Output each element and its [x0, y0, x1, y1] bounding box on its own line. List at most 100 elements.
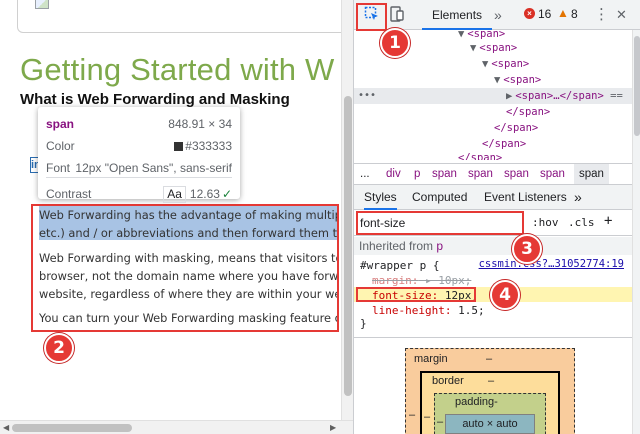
dom-node[interactable]: </span> — [506, 104, 550, 120]
styles-subtabs: Styles Computed Event Listeners » — [354, 185, 632, 210]
devtools-scrollbar[interactable] — [632, 30, 640, 434]
breadcrumb-item[interactable]: span — [504, 164, 529, 184]
dom-tag: <span>…</span> — [515, 90, 604, 102]
dom-node[interactable]: ▼ <span> — [494, 72, 541, 88]
scrollbar-thumb[interactable] — [344, 96, 352, 396]
dom-tag: <span> — [491, 58, 530, 70]
tooltip-font-label: Font — [46, 161, 71, 175]
box-model-margin-value: – — [486, 353, 493, 365]
cls-toggle[interactable]: .cls — [568, 216, 595, 229]
new-rule-icon[interactable]: + — [604, 213, 612, 229]
tab-styles[interactable]: Styles — [364, 185, 397, 210]
color-swatch — [174, 142, 184, 151]
inherited-label: Inherited from — [359, 239, 434, 253]
css-property-margin[interactable]: margin: ▸ 10px; — [372, 273, 471, 288]
scroll-right-icon[interactable]: ▶ — [330, 423, 336, 432]
dom-node-selected[interactable]: ▶ <span>…</span> == — [506, 88, 623, 104]
tab-computed[interactable]: Computed — [412, 185, 467, 209]
page-vertical-scrollbar[interactable] — [341, 0, 353, 420]
dom-tag: <span> — [479, 42, 518, 54]
dom-ellipsis-icon[interactable]: ••• — [358, 88, 376, 104]
tooltip-color-label: Color — [46, 139, 75, 153]
dom-tag: </span> — [506, 106, 551, 118]
annotation-box-property — [356, 287, 476, 302]
scrollbar-thumb[interactable] — [12, 424, 132, 432]
warning-count[interactable]: 8 — [571, 7, 578, 21]
box-model-padding-left: – — [437, 416, 444, 428]
property-value: ▸ 10px; — [424, 274, 472, 287]
expand-triangle-icon[interactable]: ▼ — [458, 30, 464, 40]
box-model-content[interactable]: auto × auto — [445, 414, 535, 434]
breadcrumb-item[interactable]: div — [386, 164, 401, 184]
more-tabs-icon[interactable]: » — [494, 6, 502, 24]
selector-text: #wrapper p { — [360, 259, 440, 272]
box-model-border[interactable]: border – – padding- – auto × auto — [420, 371, 560, 434]
breadcrumb-item[interactable]: span — [540, 164, 565, 184]
breadcrumb: ... div p span span span span span — [354, 163, 632, 185]
annotation-badge-4: 4 — [490, 280, 520, 310]
collapse-triangle-icon[interactable]: ▶ — [506, 90, 512, 102]
breadcrumb-item[interactable]: ... — [360, 164, 370, 184]
error-icon[interactable]: × — [524, 8, 535, 19]
css-property-line-height[interactable]: line-height: 1.5; — [372, 303, 485, 318]
tooltip-row-color: Color #333333 — [46, 135, 232, 157]
devtools-toolbar: Elements » × 16 ▲ 8 ⋮ ✕ — [354, 0, 640, 30]
breadcrumb-item[interactable]: span — [468, 164, 493, 184]
check-icon: ✓ — [221, 187, 232, 201]
breadcrumb-item[interactable]: p — [414, 164, 420, 184]
expand-triangle-icon[interactable]: ▼ — [494, 74, 500, 86]
web-page: Getting Started with W What is Web Forwa… — [0, 0, 353, 434]
tooltip-tag: span — [46, 117, 75, 131]
scroll-left-icon[interactable]: ◀ — [3, 423, 9, 432]
dom-node[interactable]: ▼ <span> — [470, 40, 517, 56]
dom-tag: </span> — [458, 152, 503, 160]
expand-triangle-icon[interactable]: ▼ — [470, 42, 476, 54]
broken-image-icon — [35, 0, 49, 9]
tooltip-contrast-label: Contrast — [46, 187, 92, 201]
box-model-padding-label: padding- — [455, 396, 498, 408]
inherited-tag[interactable]: p — [436, 239, 443, 253]
more-subtabs-icon[interactable]: » — [574, 185, 582, 209]
menu-icon[interactable]: ⋮ — [594, 6, 609, 24]
tooltip-dimensions: 848.91 × 34 — [168, 117, 232, 131]
tab-event-listeners[interactable]: Event Listeners — [484, 185, 567, 209]
error-count[interactable]: 16 — [538, 7, 551, 21]
tooltip-contrast-value: Aa 12.63 ✓ — [163, 183, 232, 205]
dom-node[interactable]: ▼ <span> — [482, 56, 529, 72]
hov-toggle[interactable]: :hov — [532, 216, 559, 229]
rule-source-link[interactable]: cssmin.css?…31052774:19 — [479, 258, 624, 270]
scrollbar-thumb[interactable] — [634, 36, 640, 136]
tooltip-row-element: span 848.91 × 34 — [46, 113, 232, 135]
page-horizontal-scrollbar[interactable]: ◀ ▶ — [0, 420, 353, 434]
tooltip-row-contrast: Contrast Aa 12.63 ✓ — [46, 183, 232, 205]
tooltip-divider — [46, 177, 232, 178]
rule-close-brace: } — [360, 317, 367, 330]
dom-tag: </span> — [494, 122, 539, 134]
close-icon[interactable]: ✕ — [616, 6, 627, 24]
box-model-margin-left: – — [409, 409, 416, 421]
box-model-padding[interactable]: padding- – auto × auto — [434, 393, 546, 434]
tab-elements[interactable]: Elements — [422, 0, 493, 30]
box-model-border-left: – — [424, 411, 431, 423]
breadcrumb-item-current[interactable]: span — [574, 164, 609, 184]
tooltip-color-value: #333333 — [174, 135, 232, 157]
box-model-diagram: margin – – border – – padding- – auto × … — [354, 337, 632, 434]
warning-icon[interactable]: ▲ — [557, 6, 569, 20]
expand-triangle-icon[interactable]: ▼ — [482, 58, 488, 70]
dom-node[interactable]: </span> — [494, 120, 538, 136]
breadcrumb-item[interactable]: span — [432, 164, 457, 184]
dom-tag: <span> — [503, 74, 542, 86]
property-name: margin: — [372, 274, 419, 287]
annotation-badge-3: 3 — [512, 234, 542, 264]
tooltip-font-value: 12px "Open Sans", sans-serif — [75, 161, 232, 175]
contrast-ratio: 12.63 — [189, 187, 220, 201]
dom-tag: </span> — [482, 138, 527, 150]
box-model-margin[interactable]: margin – – border – – padding- – auto × … — [405, 348, 575, 434]
device-toolbar-icon[interactable] — [390, 6, 404, 24]
annotation-badge-2: 2 — [44, 333, 74, 363]
dom-node[interactable]: </span> — [458, 150, 502, 160]
color-hex: #333333 — [185, 139, 232, 153]
annotation-box-inspect — [356, 3, 387, 31]
annotation-badge-1: 1 — [380, 28, 410, 58]
rule-selector[interactable]: #wrapper p { — [360, 258, 439, 273]
